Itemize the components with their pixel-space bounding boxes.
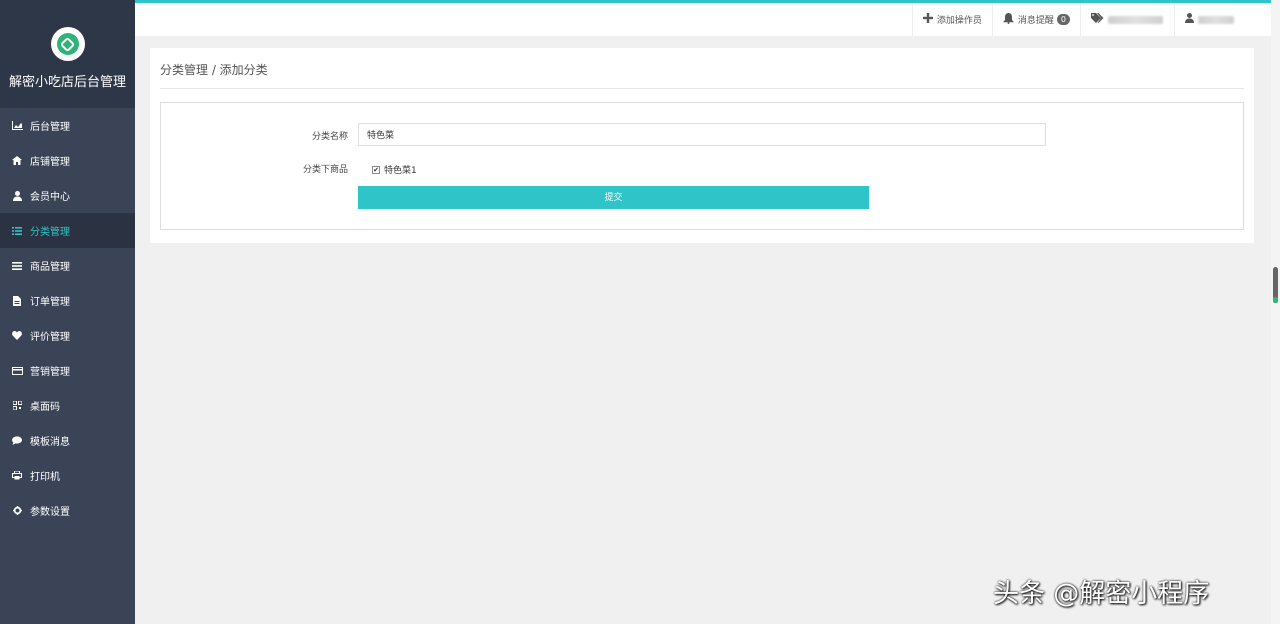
sidebar-item-label: 桌面码 (30, 402, 60, 413)
gear-icon (11, 505, 23, 517)
sidebar-item-printer[interactable]: 打印机 (0, 458, 135, 493)
scrollbar-marker (1273, 297, 1278, 303)
bars-icon (11, 260, 23, 272)
store-tag-menu[interactable] (1080, 3, 1174, 36)
product-option[interactable]: ✔ 特色菜1 (372, 163, 417, 176)
sidebar-item-dashboard[interactable]: 后台管理 (0, 108, 135, 143)
logo-icon (50, 27, 85, 61)
sidebar-item-settings[interactable]: 参数设置 (0, 493, 135, 528)
sidebar-item-label: 订单管理 (30, 297, 70, 308)
category-products-label: 分类下商品 (302, 165, 348, 175)
category-name-input[interactable] (358, 123, 1046, 146)
sidebar-item-label: 店铺管理 (30, 157, 70, 168)
submit-button[interactable]: 提交 (358, 186, 869, 209)
file-icon (11, 295, 23, 307)
sidebar-item-label: 商品管理 (30, 262, 70, 273)
brand-header: 解密小吃店后台管理 (0, 0, 135, 108)
comment-icon (11, 435, 23, 447)
divider (160, 88, 1244, 89)
notifications-label: 消息提醒 (1017, 16, 1054, 26)
sidebar-item-label: 评价管理 (30, 332, 70, 343)
sidebar-item-table-code[interactable]: 桌面码 (0, 388, 135, 423)
home-icon (11, 155, 23, 167)
content-panel: 分类管理 / 添加分类 分类名称 分类下商品 ✔ 特色菜1 提交 (150, 48, 1254, 243)
plus-icon (922, 13, 933, 26)
sidebar-item-template-messages[interactable]: 模板消息 (0, 423, 135, 458)
brand-title: 解密小吃店后台管理 (8, 75, 126, 90)
sidebar-item-label: 参数设置 (30, 507, 70, 518)
sidebar-item-label: 打印机 (30, 472, 60, 483)
notifications-button[interactable]: 消息提醒 0 (991, 3, 1080, 36)
sidebar-item-members[interactable]: 会员中心 (0, 178, 135, 213)
add-operator-button[interactable]: 添加操作员 (911, 3, 992, 36)
add-category-form: 分类名称 分类下商品 ✔ 特色菜1 提交 (160, 102, 1244, 230)
username-redacted (1198, 15, 1234, 24)
breadcrumb: 分类管理 / 添加分类 (160, 63, 268, 77)
product-checkbox[interactable]: ✔ (372, 165, 380, 174)
sidebar-item-label: 模板消息 (30, 437, 70, 448)
tags-icon (1091, 13, 1104, 26)
heart-icon (11, 330, 23, 342)
sidebar-item-store[interactable]: 店铺管理 (0, 143, 135, 178)
sidebar-item-label: 营销管理 (30, 367, 70, 378)
sidebar-nav: 后台管理 店铺管理 会员中心 分类管理 商品管理 订单管理 评价管理 营销管理 … (0, 108, 135, 528)
top-actions: 添加操作员 消息提醒 0 (911, 3, 1271, 36)
sidebar-item-products[interactable]: 商品管理 (0, 248, 135, 283)
watermark: 头条 @解密小程序 (993, 573, 1209, 610)
user-icon (11, 190, 23, 202)
list-icon (11, 225, 23, 237)
sidebar-item-categories[interactable]: 分类管理 (0, 213, 135, 248)
add-operator-label: 添加操作员 (936, 16, 982, 26)
top-bar: 添加操作员 消息提醒 0 (135, 0, 1271, 36)
sidebar-item-marketing[interactable]: 营销管理 (0, 353, 135, 388)
sidebar-item-label: 分类管理 (30, 227, 70, 238)
area-chart-icon (11, 120, 23, 132)
sidebar-item-orders[interactable]: 订单管理 (0, 283, 135, 318)
category-name-label: 分类名称 (311, 132, 348, 142)
qrcode-icon (11, 400, 23, 412)
notification-count-badge: 0 (1056, 14, 1070, 25)
user-menu[interactable] (1174, 3, 1271, 36)
sidebar-item-label: 会员中心 (30, 192, 70, 203)
printer-icon (11, 470, 23, 482)
page-scrollbar[interactable] (1271, 0, 1280, 624)
sidebar-item-label: 后台管理 (30, 122, 70, 133)
watermark-text: 头条 @解密小程序 (993, 579, 1210, 609)
store-name-redacted (1108, 15, 1163, 24)
credit-card-icon (11, 365, 23, 377)
sidebar-item-reviews[interactable]: 评价管理 (0, 318, 135, 353)
user-icon (1185, 13, 1194, 26)
bell-icon (1003, 12, 1014, 27)
sidebar: 解密小吃店后台管理 后台管理 店铺管理 会员中心 分类管理 商品管理 订单管理 … (0, 0, 135, 624)
product-option-label: 特色菜1 (384, 166, 417, 176)
